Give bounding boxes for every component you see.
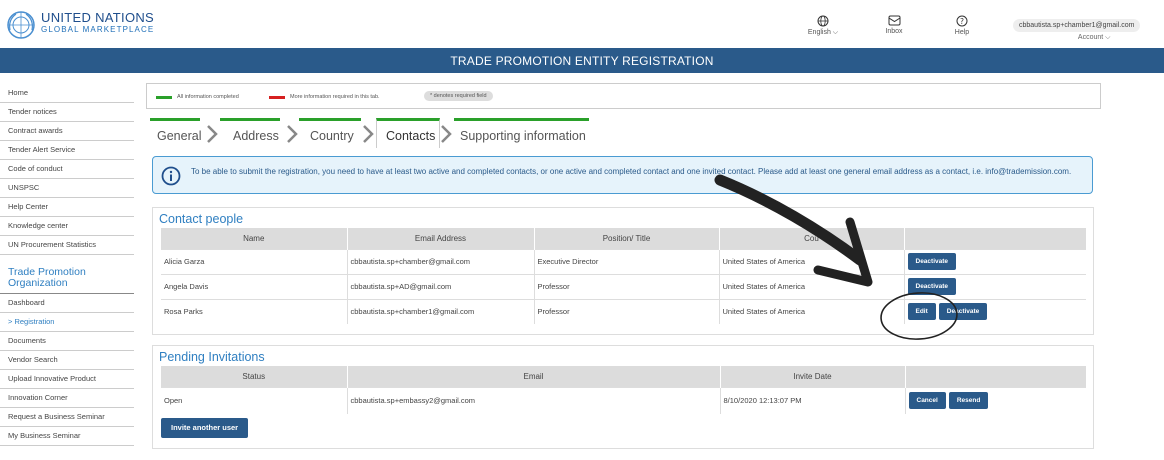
chevron-right-icon [207,125,218,143]
status-legend: All information completed More informati… [146,83,1101,109]
tab-address[interactable]: Address [220,118,280,148]
sidebar-item-request-seminar[interactable]: Request a Business Seminar [0,408,134,427]
help-link[interactable]: ? Help [948,15,976,36]
inbox-label: Inbox [885,28,903,35]
tab-supporting-information[interactable]: Supporting information [454,118,589,148]
col-position: Position/ Title [534,228,720,249]
contact-name: Rosa Parks [161,298,348,324]
resend-button[interactable]: Resend [948,392,989,410]
invite-email: cbbautista.sp+embassy2@gmail.com [347,386,721,414]
sidebar-item-documents[interactable]: Documents [0,332,134,351]
col-status: Status [161,366,348,387]
invite-row: Invite another user [161,418,1093,438]
contact-email: cbbautista.sp+AD@gmail.com [347,273,535,299]
inbox-icon [888,15,900,26]
chevron-right-icon [441,125,452,143]
col-name: Name [161,228,348,249]
brand[interactable]: UNITED NATIONS GLOBAL MARKETPLACE [41,11,154,35]
info-icon [161,166,181,186]
cancel-button[interactable]: Cancel [908,392,946,410]
sidebar-item-knowledge-center[interactable]: Knowledge center [0,217,134,236]
globe-icon [817,15,829,27]
language-selector[interactable]: English ⌵ [807,15,839,37]
contact-email: cbbautista.sp+chamber1@gmail.com [347,298,535,324]
chevron-right-icon [287,125,298,143]
sidebar: Home Tender notices Contract awards Tend… [0,84,134,446]
svg-text:?: ? [960,17,964,26]
col-invite-email: Email [347,366,721,387]
brand-title: UNITED NATIONS [41,10,155,25]
contact-name: Alicia Garza [161,248,348,274]
page-title: TRADE PROMOTION ENTITY REGISTRATION [0,48,1164,73]
red-line-icon [269,95,285,99]
col-email: Email Address [347,228,535,249]
invite-date: 8/10/2020 12:13:07 PM [720,386,906,414]
tab-contacts[interactable]: Contacts [376,118,440,148]
account-label: Account ⌵ [1077,34,1111,41]
invite-another-user-button[interactable]: Invite another user [161,418,249,438]
registration-tabs: General Address Country Contacts Support… [146,118,1101,148]
help-icon: ? [956,15,968,27]
sidebar-item-tender-notices[interactable]: Tender notices [0,103,134,122]
table-row: Open cbbautista.sp+embassy2@gmail.com 8/… [161,386,1086,414]
required-note: * denotes required field [424,91,493,101]
sidebar-section-title: Trade Promotion Organization [0,267,134,294]
contact-name: Angela Davis [161,273,348,299]
top-header: UNITED NATIONS GLOBAL MARKETPLACE Englis… [0,0,1164,48]
sidebar-item-help-center[interactable]: Help Center [0,198,134,217]
invite-actions: Cancel Resend [905,386,1086,414]
sidebar-item-tender-alert[interactable]: Tender Alert Service [0,141,134,160]
un-emblem-icon [7,11,35,39]
contact-position: Professor [534,298,720,324]
tab-general[interactable]: General [150,118,201,148]
legend-complete-label: All information completed [177,94,239,100]
sidebar-item-unspsc[interactable]: UNSPSC [0,179,134,198]
sidebar-item-home[interactable]: Home [0,84,134,103]
sidebar-item-contract-awards[interactable]: Contract awards [0,122,134,141]
account-menu[interactable]: cbbautista.sp+chamber1@gmail.com Account… [1013,14,1141,42]
main-content: All information completed More informati… [146,83,1101,449]
sidebar-item-registration[interactable]: > Registration [0,313,134,332]
account-email: cbbautista.sp+chamber1@gmail.com [1013,19,1141,32]
invite-status: Open [161,386,348,414]
invitations-table: Status Email Invite Date Open cbbautista… [161,366,1087,414]
contact-position: Professor [534,273,720,299]
tab-country[interactable]: Country [299,118,361,148]
contact-position: Executive Director [534,248,720,274]
help-label: Help [954,29,970,36]
col-invite-date: Invite Date [720,366,906,387]
sidebar-item-vendor-search[interactable]: Vendor Search [0,351,134,370]
legend-incomplete-label: More information required in this tab. [290,94,380,100]
sidebar-item-code-of-conduct[interactable]: Code of conduct [0,160,134,179]
annotation-arrow-icon [714,174,958,340]
sidebar-item-procurement-stats[interactable]: UN Procurement Statistics [0,236,134,255]
pending-invitations-panel: Pending Invitations Status Email Invite … [152,345,1094,449]
chevron-right-icon [363,125,374,143]
sidebar-item-innovation-corner[interactable]: Innovation Corner [0,389,134,408]
sidebar-item-upload-product[interactable]: Upload Innovative Product [0,370,134,389]
inbox-link[interactable]: Inbox [880,15,908,35]
legend-complete: All information completed [156,94,239,100]
brand-subtitle: GLOBAL MARKETPLACE [41,25,155,34]
sidebar-item-my-seminar[interactable]: My Business Seminar [0,427,134,446]
legend-incomplete: More information required in this tab. [269,94,380,100]
green-line-icon [156,95,172,99]
contact-email: cbbautista.sp+chamber@gmail.com [347,248,535,274]
language-label: English ⌵ [807,29,839,36]
sidebar-item-dashboard[interactable]: Dashboard [0,294,134,313]
col-invite-actions [905,366,1087,387]
